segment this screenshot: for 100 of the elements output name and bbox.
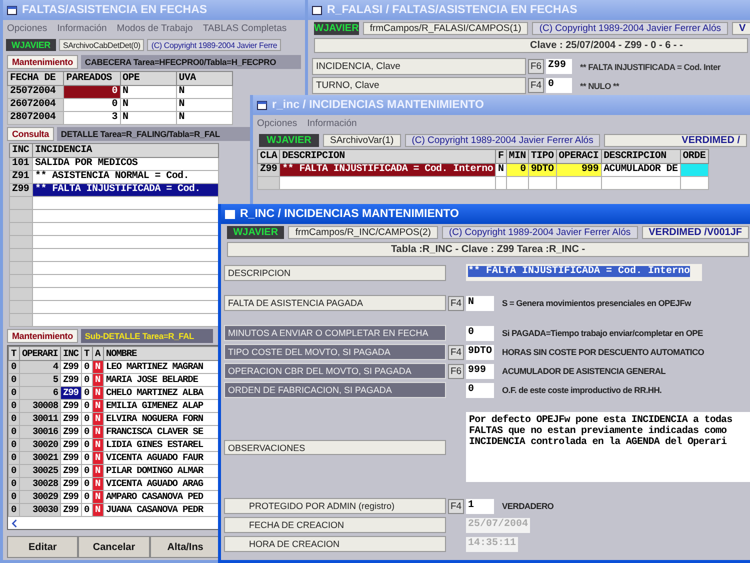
table-cell[interactable]: N [120,112,176,124]
mode-tab[interactable]: Consulta [7,127,54,141]
table-cell[interactable]: Z99 [60,478,82,490]
status-field: VERDIMED / [604,134,747,147]
table-cell[interactable]: 25072004 [8,86,64,98]
input-field[interactable]: ** FALTA INJUSTIFICADA = Cod. Interno [466,264,702,281]
menu-item[interactable]: Modos de Trabajo [116,23,193,34]
table-cell[interactable]: 26072004 [8,98,64,112]
table-cell[interactable]: N [176,98,232,112]
table-cell[interactable]: 0 [8,412,20,426]
text-area[interactable]: Por defecto OPEJFw pone esta INCIDENCIA a todas FALTAS que no estan previamente indicadas como INCIDENCIA controlada en la AGENDA del Operari [466,412,750,482]
lookup-key-button[interactable]: F4 [448,498,464,514]
table-cell[interactable]: 30025 [20,464,60,478]
table-cell[interactable]: 30020 [20,438,60,452]
menu-item[interactable]: Opciones [7,23,48,34]
table-cell[interactable]: 30016 [20,426,60,438]
status-field: frmCampos/R_INC/CAMPOS(2) [288,226,438,239]
table-cell[interactable]: 30028 [20,478,60,490]
lookup-key-button[interactable]: F4 [448,296,464,310]
input-field[interactable]: Z99 [546,59,572,74]
table-cell[interactable]: 0 [8,490,20,504]
table-cell[interactable]: SALIDA POR MEDICOS [32,158,218,170]
table-cell[interactable]: Z99 [60,464,82,478]
field-label: TURNO, Clave [312,77,526,94]
table-cell[interactable]: 30030 [20,504,60,516]
scroll-left-icon[interactable] [11,518,18,528]
table-cell[interactable]: 0 [8,452,20,464]
table-cell[interactable]: 0 [8,438,20,452]
table-cell[interactable]: 999 [556,164,602,176]
input-field[interactable]: N [466,296,494,310]
table-cell[interactable]: ** FALTA INJUSTIFICADA = Cod. Interno [280,164,496,176]
table-cell[interactable]: 30029 [20,490,60,504]
table-cell[interactable]: Z99 [60,360,82,374]
column-header: F [496,150,506,164]
mode-tab[interactable]: Mantenimiento [7,329,78,343]
menu-item[interactable]: TABLAS Completas [202,23,287,34]
table-cell[interactable]: 4 [20,360,60,374]
table-cell[interactable]: 0 [64,86,120,98]
table-cell[interactable]: N [120,98,176,112]
lookup-key-button[interactable]: F4 [528,78,544,93]
table-cell[interactable]: 0 [8,464,20,478]
field-description: S = Genera movimientos presenciales en OPEJFw [501,298,691,308]
table-cell[interactable]: N [120,86,176,98]
table-cell[interactable]: 0 [8,400,20,412]
section-caption: Sub-DETALLE Tarea=R_FAL [80,329,213,343]
table-cell[interactable]: Z99 [60,504,82,516]
table-cell[interactable]: 0 [64,98,120,112]
input-field[interactable]: 0 [466,382,494,398]
user-label: WJAVIER [314,22,359,35]
table-cell[interactable]: 101 [10,158,32,170]
table-cell[interactable]: 0 [8,386,20,400]
table-cell[interactable]: 0 [8,504,20,516]
field-label: INCIDENCIA, Clave [312,58,526,75]
action-button[interactable]: Editar [7,536,78,558]
lookup-key-button[interactable]: F6 [528,59,544,74]
table-cell[interactable]: Z99 [60,452,82,464]
table-cell[interactable]: Z99 [60,412,82,426]
field-description: O.F. de este coste improductivo de RR.HH. [501,385,662,395]
lookup-key-button[interactable]: F6 [448,364,464,378]
table-cell[interactable]: Z99 [60,490,82,504]
table-cell[interactable]: Z91 [10,170,32,184]
table-cell[interactable]: 3 [64,112,120,124]
table-cell[interactable]: ACUMULADOR DE [601,164,680,176]
table-cell[interactable]: Z99 [10,184,32,196]
table-cell[interactable]: 30008 [20,400,60,412]
action-button[interactable]: Cancelar [78,536,150,558]
input-field[interactable]: 1 [466,498,494,514]
field-description: ** NULO ** [579,80,620,90]
menu-item[interactable]: Información [307,118,357,129]
input-field[interactable]: 9DTO [466,344,494,360]
table-cell[interactable]: 0 [8,426,20,438]
table-cell[interactable]: 0 [8,478,20,490]
mode-tab[interactable]: Mantenimiento [7,55,78,69]
action-button[interactable]: Alta/Ins [150,536,221,558]
input-field[interactable]: 0 [546,78,572,93]
column-header: DESCRIPCION [601,150,680,164]
menu-item[interactable]: Información [57,23,107,34]
table-cell[interactable]: 5 [20,374,60,386]
input-field[interactable]: 999 [466,364,494,378]
table-cell[interactable]: N [176,112,232,124]
table-cell[interactable]: Z99 [60,426,82,438]
field-label: PROTEGIDO POR ADMIN (registro) [224,498,446,514]
table-cell[interactable]: 0 [8,360,20,374]
menu-item[interactable]: Opciones [257,118,298,129]
table-cell[interactable]: Z99 [60,400,82,412]
column-header: PAREADOS [64,72,120,86]
table-cell[interactable]: 28072004 [8,112,64,124]
field-description: ACUMULADOR DE ASISTENCIA GENERAL [501,366,666,376]
table-cell[interactable]: Z99 [60,438,82,452]
table-cell[interactable]: ** FALTA INJUSTIFICADA = Cod. [32,184,218,196]
table-cell[interactable]: 30011 [20,412,60,426]
table-cell[interactable]: 6 [20,386,60,400]
table-cell[interactable]: 30021 [20,452,60,464]
input-field[interactable]: 0 [466,326,494,340]
table-cell[interactable]: N [176,86,232,98]
lookup-key-button[interactable]: F4 [448,344,464,360]
field-label: OBSERVACIONES [224,440,446,454]
column-header: OPERACI [556,150,602,164]
table-cell[interactable]: 0 [8,374,20,386]
table-cell[interactable]: Z99 [258,164,280,176]
